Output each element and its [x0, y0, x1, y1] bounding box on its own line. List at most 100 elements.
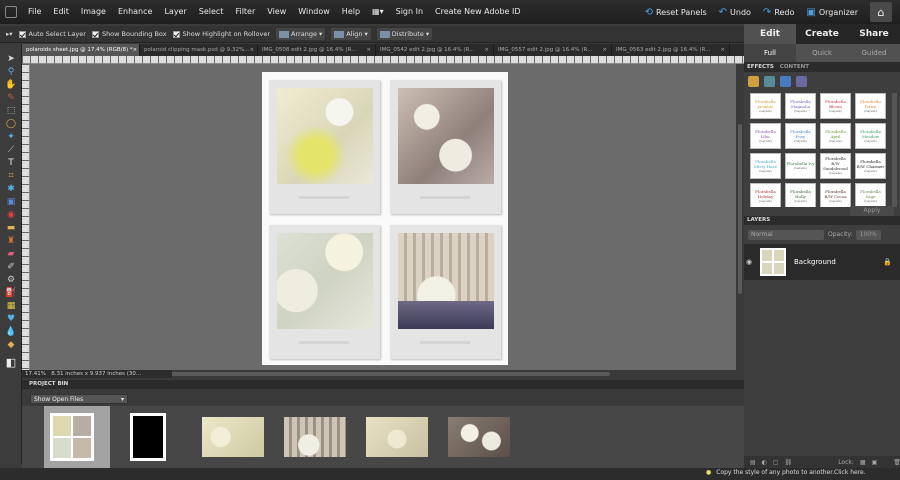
redo-button[interactable]: ↷ Redo [763, 7, 794, 18]
apply-button[interactable]: Apply [850, 206, 894, 216]
link-layers-icon[interactable]: ⛓ [785, 459, 793, 466]
filters-icon[interactable] [748, 76, 759, 87]
effect-thumbnail[interactable]: Florabella Holly (Layers) [785, 183, 816, 207]
polaroid-photo[interactable] [269, 225, 380, 359]
close-icon[interactable]: × [602, 44, 607, 56]
bin-thumbnail[interactable] [202, 417, 264, 457]
effect-thumbnail[interactable]: Florabella Misty Haze (Layers) [750, 153, 781, 179]
close-icon[interactable]: × [133, 44, 138, 56]
tab-edit[interactable]: Edit [744, 24, 796, 44]
effect-thumbnail[interactable]: Florabella Daisy (Layers) [855, 93, 886, 119]
marquee-tool-icon[interactable]: ⬚ [4, 106, 18, 117]
red-eye-tool-icon[interactable]: ◉ [4, 210, 18, 221]
tab-quick[interactable]: Quick [796, 44, 848, 62]
color-swatches-icon[interactable]: ◧ [4, 357, 18, 368]
hand-tool-icon[interactable]: ✋ [4, 80, 18, 91]
close-icon[interactable]: × [366, 44, 371, 56]
new-layer-icon[interactable]: ▤ [750, 459, 756, 466]
lock-transparent-icon[interactable]: ▦ [860, 459, 866, 466]
effect-thumbnail[interactable]: Florabella Ivy (Layers) [785, 153, 816, 179]
menu-layer[interactable]: Layer [158, 0, 192, 24]
opacity-input[interactable]: 100% [855, 230, 881, 240]
effect-thumbnail[interactable]: Florabella Sage (Layers) [855, 183, 886, 207]
menu-edit[interactable]: Edit [47, 0, 75, 24]
doc-tab[interactable]: IMG_0508 edit 2.jpg @ 16.4% (R... × [258, 44, 376, 56]
workspace-menu-icon[interactable]: ▦▾ [366, 0, 390, 24]
menu-window[interactable]: Window [292, 0, 336, 24]
magic-wand-tool-icon[interactable]: ✦ [4, 132, 18, 143]
paint-bucket-tool-icon[interactable]: ⛽ [4, 288, 18, 299]
new-adjustment-layer-icon[interactable]: ◐ [762, 459, 767, 466]
effect-thumbnail[interactable]: Florabella B/W Sandalwood (Layers) [820, 153, 851, 179]
lock-all-icon[interactable]: ▣ [872, 459, 878, 466]
polaroid-photo[interactable] [269, 80, 380, 214]
close-icon[interactable]: × [484, 44, 489, 56]
sponge-tool-icon[interactable]: ◆ [4, 340, 18, 351]
tab-guided[interactable]: Guided [848, 44, 900, 62]
show-highlight-checkbox[interactable]: Show Highlight on Rollover [172, 30, 270, 38]
effect-thumbnail[interactable]: Florabella Holiday (Layers) [750, 183, 781, 207]
layer-row[interactable]: ◉ Background 🔒 [744, 244, 900, 280]
tab-content[interactable]: CONTENT [780, 62, 809, 72]
effect-thumbnail[interactable]: Florabella April (Layers) [820, 123, 851, 149]
selection-brush-tool-icon[interactable]: ⟋ [4, 145, 18, 156]
scroll-thumb[interactable] [738, 124, 742, 294]
vertical-scrollbar[interactable] [736, 64, 744, 370]
doc-tab[interactable]: IMG_0557 edit 2.jpg @ 16.4% (R... × [494, 44, 612, 56]
doc-tab[interactable]: polaroid clipping mask.psd @ 9.32%... × [140, 44, 258, 56]
gradient-tool-icon[interactable]: ▦ [4, 301, 18, 312]
organizer-button[interactable]: ▣ Organizer [806, 7, 858, 18]
menu-help[interactable]: Help [336, 0, 366, 24]
bin-thumbnail-selected[interactable] [44, 406, 110, 468]
home-icon[interactable]: ⌂ [870, 2, 892, 22]
effect-thumbnail[interactable]: Florabella Lilac (Layers) [750, 123, 781, 149]
blend-mode-select[interactable]: Normal [748, 230, 824, 240]
close-icon[interactable]: × [249, 44, 254, 56]
tip-link[interactable]: ● Copy the style of any photo to another.… [706, 469, 866, 476]
zoom-tool-icon[interactable]: ⚲ [4, 67, 18, 78]
crop-tool-icon[interactable]: ⌗ [4, 171, 18, 182]
doc-tab[interactable]: polaroids sheet.jpg @ 17.4% (RGB/8) * × [22, 44, 140, 56]
blur-tool-icon[interactable]: 💧 [4, 327, 18, 338]
doc-tab[interactable]: IMG_0563 edit 2.jpg @ 16.4% (R... × [612, 44, 730, 56]
undo-button[interactable]: ↶ Undo [719, 7, 751, 18]
lasso-tool-icon[interactable]: ◯ [4, 119, 18, 130]
recompose-tool-icon[interactable]: ✱ [4, 184, 18, 195]
clone-stamp-tool-icon[interactable]: ♜ [4, 236, 18, 247]
menu-image[interactable]: Image [75, 0, 112, 24]
arrange-dropdown[interactable]: Arrange ▾ [276, 28, 326, 40]
polaroid-photo[interactable] [390, 225, 501, 359]
bin-thumbnail[interactable] [448, 417, 510, 457]
tab-share[interactable]: Share [848, 24, 900, 44]
layer-mask-icon[interactable]: ▢ [773, 459, 779, 466]
document-page[interactable] [262, 72, 508, 365]
project-bin-selector[interactable]: Show Open Files [30, 394, 128, 404]
scroll-thumb[interactable] [150, 372, 610, 376]
healing-brush-tool-icon[interactable]: ▬ [4, 223, 18, 234]
effects-scrollbar[interactable] [892, 93, 897, 207]
brush-tool-icon[interactable]: ✐ [4, 262, 18, 273]
distribute-dropdown[interactable]: Distribute ▾ [376, 28, 433, 40]
auto-select-layer-checkbox[interactable]: Auto Select Layer [18, 30, 86, 38]
canvas-area[interactable] [30, 64, 736, 370]
menu-select[interactable]: Select [193, 0, 230, 24]
effect-thumbnail[interactable]: Florabella Posy (Layers) [785, 123, 816, 149]
doc-tab[interactable]: IMG_0542 edit 2.jpg @ 16.4% (R... × [376, 44, 494, 56]
bin-thumbnail[interactable] [284, 417, 346, 457]
reset-panels-button[interactable]: ⟲ Reset Panels [645, 7, 707, 18]
tab-effects[interactable]: EFFECTS [747, 62, 774, 72]
effect-thumbnail[interactable]: Florabella Bloom (Layers) [820, 93, 851, 119]
eraser-tool-icon[interactable]: ▰ [4, 249, 18, 260]
photo-effects-icon[interactable] [780, 76, 791, 87]
eyedropper-tool-icon[interactable]: ✎ [4, 93, 18, 104]
zoom-level[interactable]: 17.41% [25, 371, 46, 377]
layer-styles-icon[interactable] [764, 76, 775, 87]
menu-filter[interactable]: Filter [229, 0, 261, 24]
delete-layer-icon[interactable]: 🗑 [893, 459, 900, 466]
menu-enhance[interactable]: Enhance [112, 0, 159, 24]
all-effects-icon[interactable] [796, 76, 807, 87]
sign-in-link[interactable]: Sign In [390, 0, 429, 24]
tab-create[interactable]: Create [796, 24, 848, 44]
smart-brush-tool-icon[interactable]: ⚙ [4, 275, 18, 286]
menu-file[interactable]: File [22, 0, 47, 24]
